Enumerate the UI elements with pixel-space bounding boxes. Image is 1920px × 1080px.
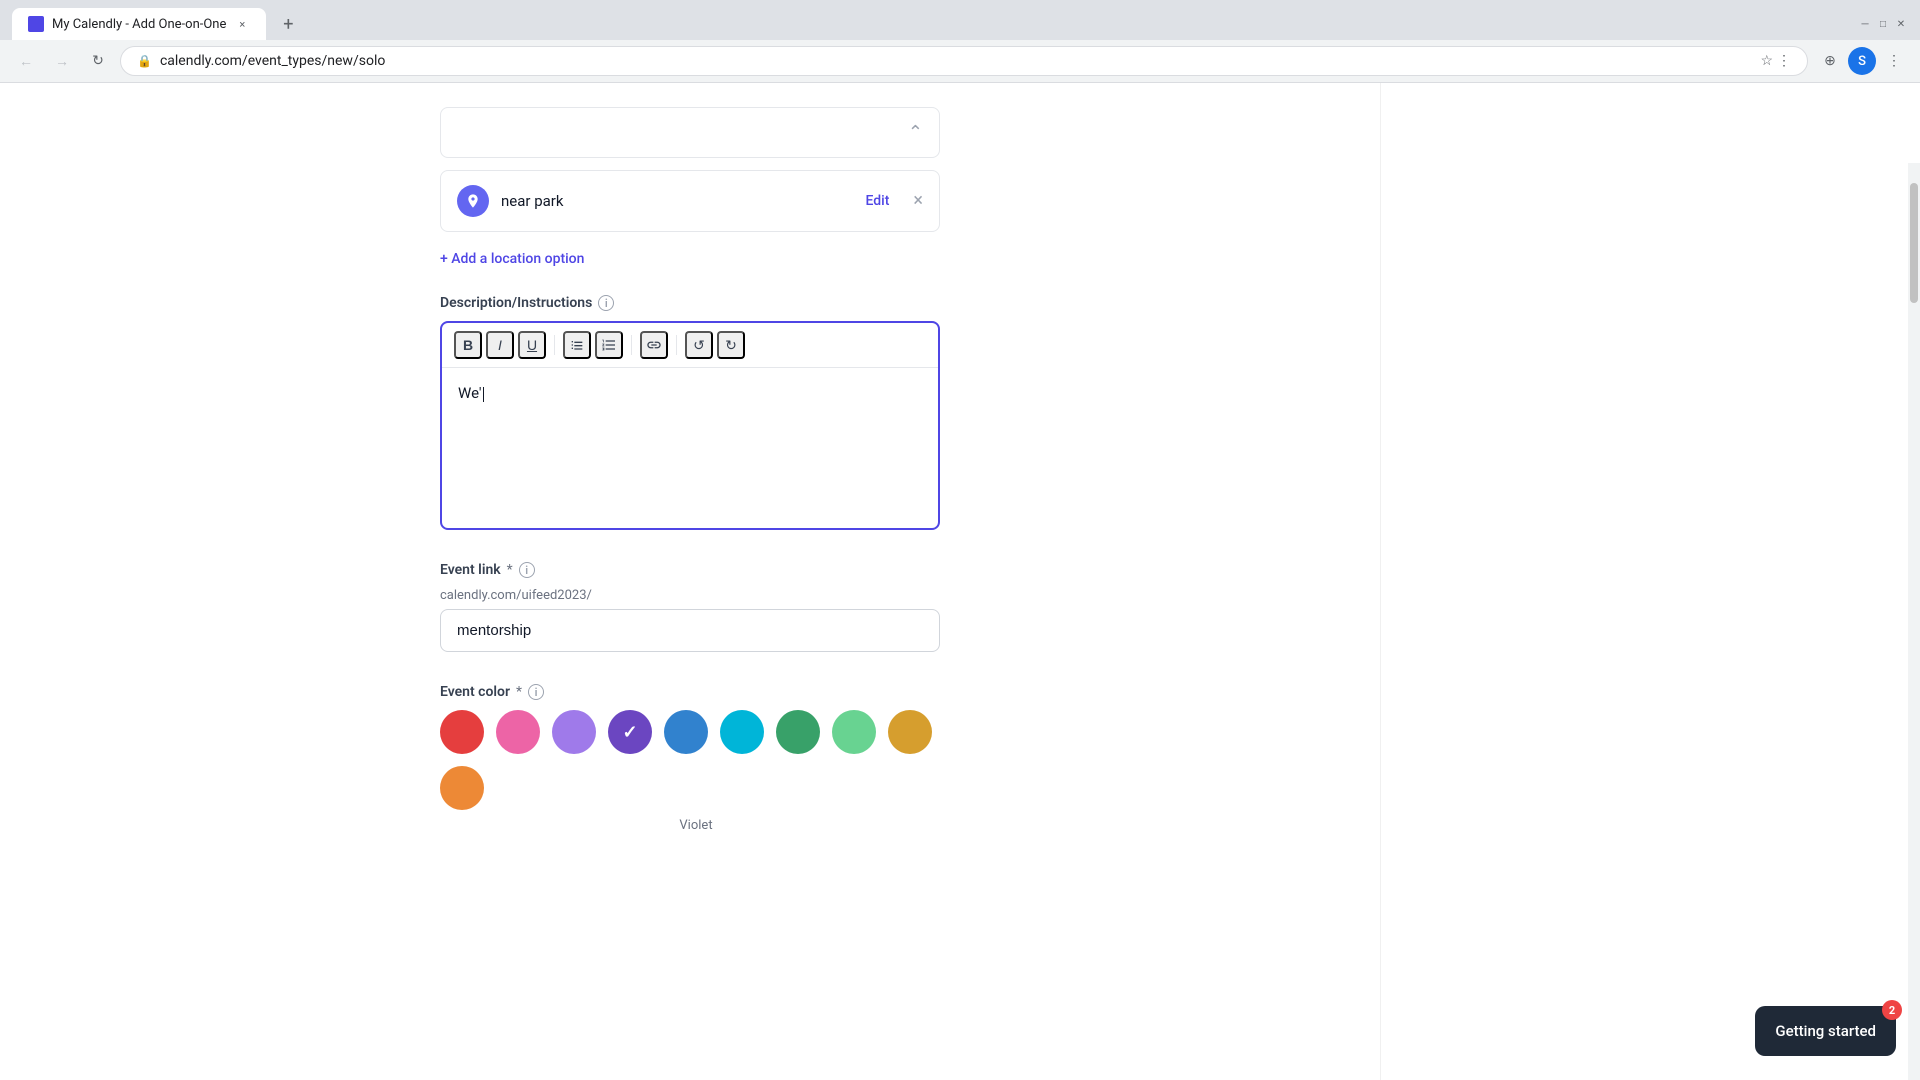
- location-card: near park Edit ×: [440, 170, 940, 232]
- browser-menu-button[interactable]: ⋮: [1880, 47, 1908, 75]
- toolbar-redo-button[interactable]: ↻: [717, 331, 745, 359]
- back-button[interactable]: ←: [12, 47, 40, 75]
- toolbar-underline-button[interactable]: U: [518, 331, 546, 359]
- color-swatch-green[interactable]: [776, 710, 820, 754]
- selected-checkmark: ✓: [622, 722, 637, 743]
- toast-label: Getting started: [1775, 1022, 1876, 1040]
- toolbar-link-button[interactable]: [640, 331, 668, 359]
- profile-button[interactable]: S: [1848, 47, 1876, 75]
- event-color-info-icon[interactable]: i: [528, 684, 544, 700]
- color-swatch-orange[interactable]: [440, 766, 484, 810]
- event-color-section: Event color * i ✓: [440, 684, 940, 833]
- toolbar-divider-2: [631, 335, 632, 355]
- event-color-label: Event color * i: [440, 684, 940, 700]
- address-bar[interactable]: 🔒 calendly.com/event_types/new/solo ☆ ⋮: [120, 46, 1808, 76]
- toolbar-italic-button[interactable]: I: [486, 331, 514, 359]
- editor-toolbar: B I U: [442, 323, 938, 368]
- color-swatch-pink[interactable]: [496, 710, 540, 754]
- color-swatches-container: ✓: [440, 710, 940, 810]
- extensions-button[interactable]: ⊕: [1816, 47, 1844, 75]
- profile-avatar[interactable]: S: [1848, 47, 1876, 75]
- tab-favicon: [28, 16, 44, 32]
- getting-started-toast[interactable]: Getting started 2: [1755, 1006, 1896, 1056]
- event-link-input[interactable]: [440, 609, 940, 652]
- toolbar-undo-button[interactable]: ↺: [685, 331, 713, 359]
- window-minimize-button[interactable]: ─: [1858, 17, 1872, 31]
- color-swatch-yellow[interactable]: [888, 710, 932, 754]
- tab-close-button[interactable]: ×: [234, 16, 250, 32]
- new-tab-button[interactable]: +: [274, 10, 302, 38]
- location-name-text: near park: [501, 192, 853, 210]
- window-maximize-button[interactable]: □: [1876, 17, 1890, 31]
- collapse-icon[interactable]: ⌃: [908, 122, 923, 143]
- toolbar-bullet-list-button[interactable]: [563, 331, 591, 359]
- address-bar-actions: ☆ ⋮: [1760, 53, 1791, 69]
- location-edit-button[interactable]: Edit: [865, 193, 889, 209]
- color-swatch-purple[interactable]: [552, 710, 596, 754]
- scrollbar-track[interactable]: [1908, 163, 1920, 1080]
- location-remove-button[interactable]: ×: [913, 192, 923, 210]
- tab-title: My Calendly - Add One-on-One: [52, 17, 226, 32]
- toolbar-divider-1: [554, 335, 555, 355]
- toast-badge: 2: [1882, 1000, 1902, 1020]
- color-swatch-cyan[interactable]: [720, 710, 764, 754]
- add-location-button[interactable]: + Add a location option: [440, 251, 584, 267]
- color-swatch-violet[interactable]: ✓: [608, 710, 652, 754]
- color-swatch-blue[interactable]: [664, 710, 708, 754]
- security-lock-icon: 🔒: [137, 54, 152, 68]
- window-close-button[interactable]: ✕: [1894, 17, 1908, 31]
- description-info-icon[interactable]: i: [598, 295, 614, 311]
- browser-action-buttons: ⊕ S ⋮: [1816, 47, 1908, 75]
- toolbar-divider-3: [676, 335, 677, 355]
- event-link-section: Event link * i calendly.com/uifeed2023/: [440, 562, 940, 652]
- forward-button[interactable]: →: [48, 47, 76, 75]
- location-icon: [457, 185, 489, 217]
- toolbar-ordered-list-button[interactable]: [595, 331, 623, 359]
- toolbar-bold-button[interactable]: B: [454, 331, 482, 359]
- text-cursor: [483, 387, 485, 402]
- description-editor-body[interactable]: We': [442, 368, 938, 528]
- color-swatch-red[interactable]: [440, 710, 484, 754]
- refresh-button[interactable]: ↻: [84, 47, 112, 75]
- event-link-info-icon[interactable]: i: [519, 562, 535, 578]
- collapsed-card: ⌃: [440, 107, 940, 158]
- event-link-label: Event link * i: [440, 562, 940, 578]
- scrollbar-thumb[interactable]: [1910, 183, 1918, 303]
- color-swatch-lime[interactable]: [832, 710, 876, 754]
- selected-color-name: Violet: [452, 818, 940, 833]
- event-link-prefix-text: calendly.com/uifeed2023/: [440, 588, 940, 603]
- description-section-label: Description/Instructions i: [440, 295, 940, 311]
- description-editor[interactable]: B I U: [440, 321, 940, 530]
- browser-tab[interactable]: My Calendly - Add One-on-One ×: [12, 8, 266, 40]
- url-text: calendly.com/event_types/new/solo: [160, 53, 1752, 69]
